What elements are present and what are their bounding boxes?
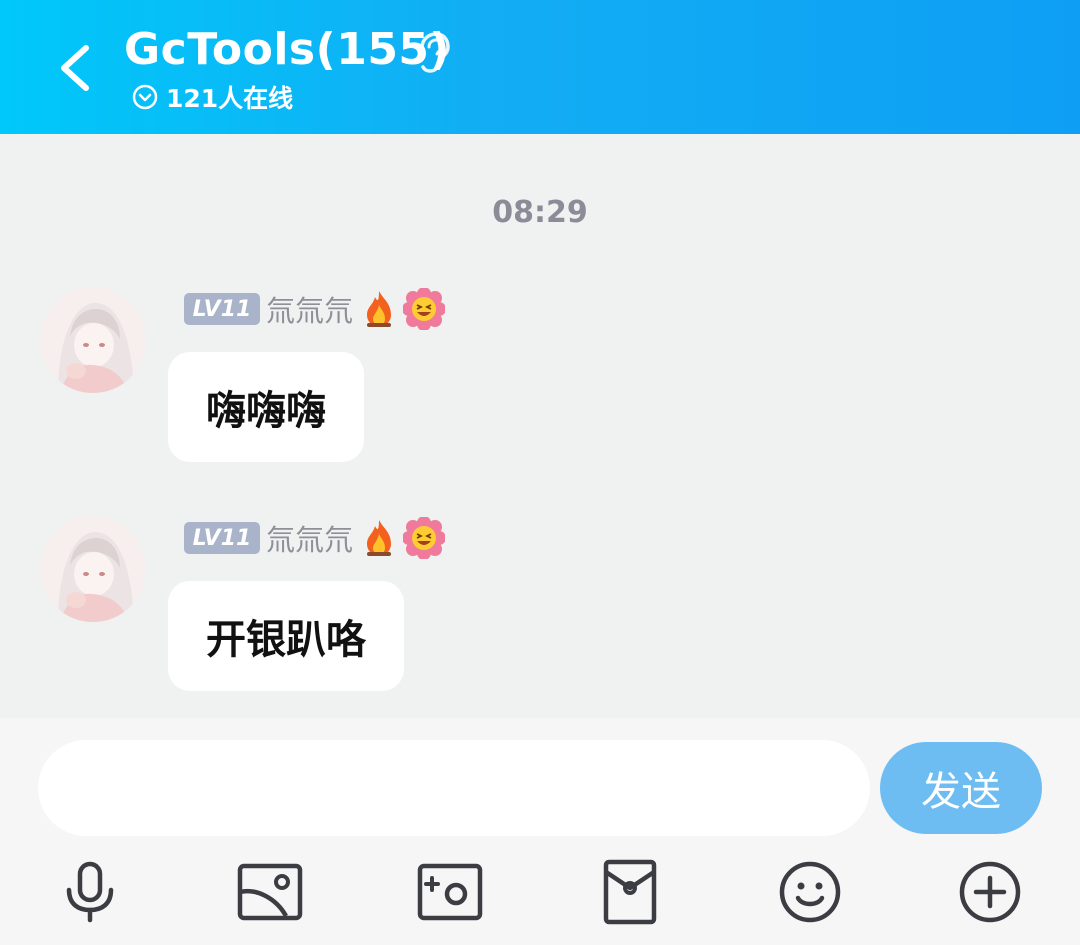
level-badge: LV11 (184, 293, 260, 325)
ear-icon (420, 32, 450, 73)
avatar-image (40, 287, 146, 393)
avatar[interactable] (40, 516, 146, 622)
image-icon (237, 863, 303, 921)
send-button[interactable]: 发送 (880, 742, 1042, 834)
ear-mode-button[interactable] (412, 30, 452, 74)
sender-row: LV11 氚氚氘 (184, 288, 446, 330)
more-button[interactable] (956, 858, 1024, 926)
chevron-down-circle-icon (132, 84, 158, 110)
back-button[interactable] (54, 38, 104, 98)
sender-name[interactable]: 氚氚氘 (266, 517, 353, 559)
sender-name[interactable]: 氚氚氘 (266, 288, 353, 330)
fire-emoji-icon (367, 291, 392, 327)
laughing-flower-emoji-icon (403, 288, 446, 330)
online-count[interactable]: 121人在线 (132, 80, 293, 114)
album-button[interactable] (236, 858, 304, 926)
camera-icon (417, 863, 483, 921)
red-packet-button[interactable] (596, 858, 664, 926)
avatar-image (40, 516, 146, 622)
laughing-flower-emoji-icon (403, 517, 446, 559)
avatar[interactable] (40, 287, 146, 393)
microphone-icon (66, 861, 114, 923)
emoji-button[interactable] (776, 858, 844, 926)
level-badge: LV11 (184, 522, 260, 554)
online-count-label: 121人在线 (166, 84, 294, 113)
input-bar: 发送 (0, 718, 1080, 945)
camera-button[interactable] (416, 858, 484, 926)
chat-header: GcTools(155) 121人在线 (0, 0, 1080, 134)
sender-row: LV11 氚氚氘 (184, 517, 446, 559)
message-bubble[interactable]: 嗨嗨嗨 (168, 352, 364, 462)
message-input[interactable] (38, 740, 870, 836)
emoji-icon (779, 861, 841, 923)
voice-button[interactable] (56, 858, 124, 926)
message-bubble[interactable]: 开银趴咯 (168, 581, 404, 691)
chevron-left-icon (61, 45, 89, 91)
plus-icon (959, 861, 1021, 923)
group-title[interactable]: GcTools(155) (124, 24, 450, 75)
fire-emoji-icon (367, 520, 392, 556)
time-divider: 08:29 (492, 195, 588, 230)
red-packet-icon (603, 859, 657, 925)
